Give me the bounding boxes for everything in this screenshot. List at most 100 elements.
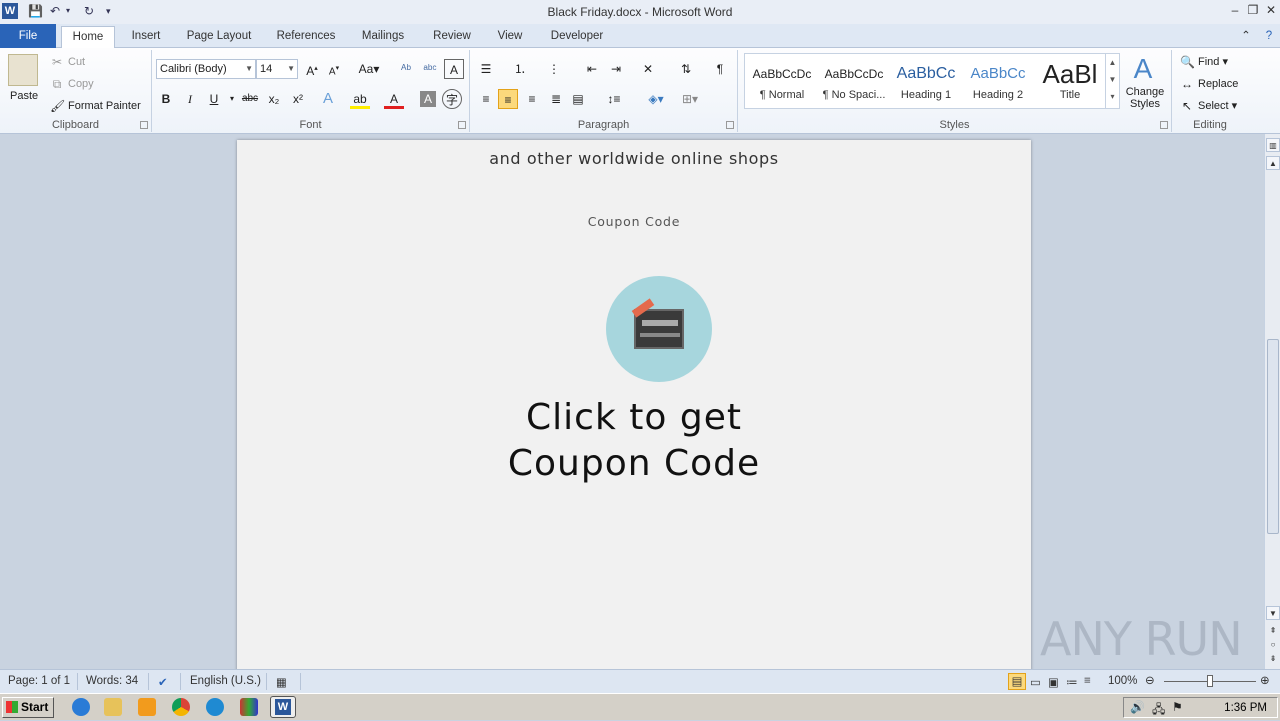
close-icon[interactable]: ✕	[1262, 2, 1280, 18]
shrink-font-icon[interactable]: A▾	[324, 59, 344, 79]
style-heading-1[interactable]: AaBbCc Heading 1	[891, 59, 961, 109]
coupon-badge-image[interactable]	[606, 276, 712, 382]
paste-icon[interactable]	[8, 54, 38, 86]
sort-icon[interactable]: ⇅	[676, 59, 696, 79]
italic-button[interactable]: I	[180, 89, 200, 109]
ruler-toggle-icon[interactable]: ▥	[1266, 138, 1280, 152]
help-icon[interactable]: ?	[1260, 27, 1278, 48]
tab-developer[interactable]: Developer	[544, 27, 610, 48]
network-icon[interactable]: 🖧	[1152, 700, 1165, 721]
justify-icon[interactable]: ≣	[546, 89, 566, 109]
word-taskbar-button[interactable]: W	[270, 696, 296, 718]
copy-button[interactable]: ⧉ Copy	[50, 77, 94, 91]
winrar-icon[interactable]	[240, 698, 258, 716]
zoom-out-icon[interactable]: ⊖	[1145, 673, 1155, 687]
scroll-up-icon[interactable]: ▲	[1266, 156, 1280, 170]
document-page[interactable]: and other worldwide online shops Coupon …	[237, 140, 1031, 669]
tab-insert[interactable]: Insert	[124, 27, 168, 48]
style-normal[interactable]: AaBbCcDc ¶ Normal	[747, 59, 817, 109]
show-formatting-icon[interactable]: ¶	[710, 59, 730, 79]
restore-icon[interactable]: ❐	[1244, 2, 1262, 18]
browse-object-icon[interactable]: ○	[1266, 638, 1280, 652]
distributed-icon[interactable]: ▤	[568, 89, 588, 109]
borders-icon[interactable]: ⊞▾	[676, 89, 704, 109]
highlight-icon[interactable]: ab	[350, 89, 370, 109]
minimize-ribbon-icon[interactable]: ⌃	[1238, 27, 1254, 48]
style-no-spacing[interactable]: AaBbCcDc ¶ No Spaci...	[819, 59, 889, 109]
tab-page-layout[interactable]: Page Layout	[180, 27, 258, 48]
chrome-icon[interactable]	[172, 698, 190, 716]
clipboard-launcher-icon[interactable]	[140, 121, 148, 129]
align-right-icon[interactable]: ≡	[522, 89, 542, 109]
edge-icon[interactable]	[206, 698, 224, 716]
draft-icon[interactable]: ≡	[1084, 675, 1091, 687]
underline-button[interactable]: U	[204, 89, 224, 109]
styles-scroll[interactable]: ▲ ▼ ▾	[1105, 54, 1119, 108]
paste-button[interactable]: Paste	[10, 90, 38, 102]
change-styles-icon[interactable]: A	[1128, 54, 1158, 84]
font-size-combo[interactable]: 14 ▼	[256, 59, 298, 79]
scroll-down-icon[interactable]: ▼	[1266, 606, 1280, 620]
minimize-icon[interactable]: –	[1226, 2, 1244, 18]
decrease-indent-icon[interactable]: ⇤	[582, 59, 602, 79]
tab-view[interactable]: View	[490, 27, 530, 48]
font-launcher-icon[interactable]	[458, 121, 466, 129]
text-effects-icon[interactable]: A	[318, 89, 338, 109]
explorer-icon[interactable]	[104, 698, 122, 716]
superscript-icon[interactable]: x²	[288, 89, 308, 109]
tab-home[interactable]: Home	[61, 26, 115, 49]
style-heading-2[interactable]: AaBbCc Heading 2	[963, 59, 1033, 109]
change-case-icon[interactable]: Aa▾	[356, 59, 382, 79]
font-color-icon[interactable]: A	[384, 89, 404, 109]
start-button[interactable]: Start	[2, 697, 54, 718]
increase-indent-icon[interactable]: ⇥	[606, 59, 626, 79]
align-left-icon[interactable]: ≡	[476, 89, 496, 109]
volume-icon[interactable]: 🔊	[1130, 700, 1145, 714]
numbering-icon[interactable]: ⒈	[510, 59, 530, 79]
previous-page-icon[interactable]: ⇞	[1266, 624, 1280, 638]
styles-launcher-icon[interactable]	[1160, 121, 1168, 129]
subscript-icon[interactable]: x₂	[264, 89, 284, 109]
shading-icon[interactable]: ◈▾	[642, 89, 670, 109]
flag-icon[interactable]: ⚑	[1172, 700, 1183, 714]
enclose-characters-icon[interactable]: 字	[442, 89, 462, 109]
style-title[interactable]: AaBl Title	[1035, 59, 1105, 109]
outline-icon[interactable]: ≔	[1066, 675, 1078, 689]
paragraph-launcher-icon[interactable]	[726, 121, 734, 129]
select-button[interactable]: ↖ Select ▾	[1180, 99, 1237, 113]
cut-button[interactable]: ✂ Cut	[50, 55, 85, 69]
tab-references[interactable]: References	[270, 27, 342, 48]
font-name-combo[interactable]: Calibri (Body) ▼	[156, 59, 256, 79]
zoom-in-icon[interactable]: ⊕	[1260, 673, 1270, 687]
ie-icon[interactable]	[72, 698, 90, 716]
format-painter-button[interactable]: 🖌 Format Painter	[50, 99, 141, 113]
zoom-slider-thumb[interactable]	[1207, 675, 1213, 687]
grow-font-icon[interactable]: A▴	[302, 59, 322, 79]
tab-review[interactable]: Review	[426, 27, 478, 48]
page-count[interactable]: Page: 1 of 1	[8, 675, 70, 687]
coupon-link[interactable]: Click to get Coupon Code	[237, 395, 1031, 487]
asian-layout-icon[interactable]: ✕	[638, 59, 658, 79]
find-button[interactable]: 🔍 Find ▾	[1180, 55, 1228, 69]
bold-button[interactable]: B	[156, 89, 176, 109]
clear-formatting-icon[interactable]: ᴬᵇ	[396, 59, 416, 79]
zoom-level[interactable]: 100%	[1108, 675, 1137, 687]
change-styles-button[interactable]: Change Styles	[1122, 86, 1168, 110]
word-count[interactable]: Words: 34	[86, 675, 138, 687]
strikethrough-icon[interactable]: abc	[240, 89, 260, 109]
bullets-icon[interactable]: ☰	[476, 59, 496, 79]
replace-button[interactable]: ↔ Replace	[1180, 77, 1238, 91]
phonetic-guide-icon[interactable]: ᵃᵇᶜ	[420, 59, 440, 79]
proofing-icon[interactable]: ✔	[158, 675, 168, 689]
web-layout-icon[interactable]: ▣	[1048, 675, 1059, 689]
underline-dropdown-icon[interactable]: ▾	[222, 89, 242, 109]
character-border-icon[interactable]: A	[444, 59, 464, 79]
next-page-icon[interactable]: ⇟	[1266, 652, 1280, 666]
multilevel-list-icon[interactable]: ⋮	[544, 59, 564, 79]
align-center-icon[interactable]: ≡	[498, 89, 518, 109]
tab-file[interactable]: File	[0, 24, 56, 48]
tab-mailings[interactable]: Mailings	[354, 27, 412, 48]
vertical-scrollbar[interactable]: ▥ ▲ ▼ ⇞ ○ ⇟	[1264, 134, 1280, 669]
scroll-thumb[interactable]	[1267, 339, 1279, 534]
language[interactable]: English (U.S.)	[190, 675, 261, 687]
